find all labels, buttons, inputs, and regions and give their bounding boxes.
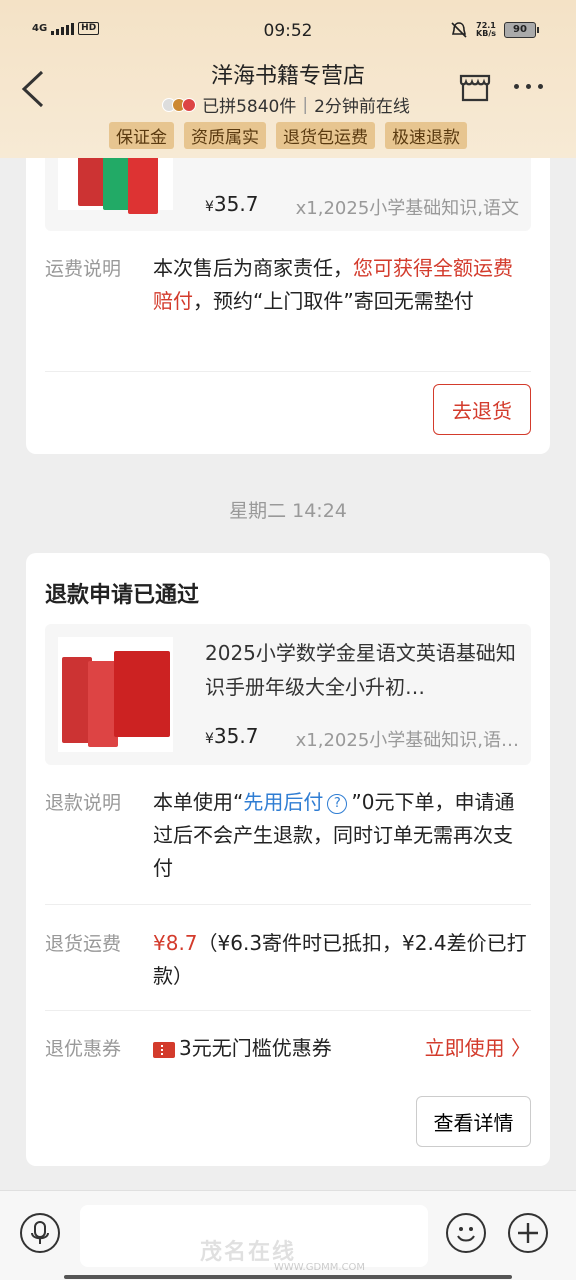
store-icon[interactable] — [458, 70, 492, 104]
emoji-icon[interactable] — [446, 1213, 486, 1253]
product-spec: x1,2025小学基础知识,语文 — [295, 198, 519, 219]
freight-note: 本次售后为商家责任，您可获得全额运费赔付，预约“上门取件”寄回无需垫付 — [153, 256, 513, 313]
return-card: ¥35.7 x1,2025小学基础知识,语文 运费说明 本次售后为商家责任，您可… — [26, 110, 550, 454]
status-bar: 4G HD 09:52 72.1 KB/s 90 — [0, 18, 576, 48]
more-menu-icon[interactable] — [514, 84, 543, 89]
return-fee-label: 退货运费 — [45, 933, 122, 955]
product-price: ¥35.7 — [205, 192, 259, 216]
store-header: 4G HD 09:52 72.1 KB/s 90 洋海书籍专营店 已拼5840件 … — [0, 0, 576, 158]
tag-verified: 资质属实 — [184, 122, 266, 149]
coupon-label: 退优惠券 — [45, 1038, 122, 1060]
freight-label: 运费说明 — [45, 258, 122, 280]
tag-fast-refund: 极速退款 — [385, 122, 467, 149]
view-details-button[interactable]: 查看详情 — [416, 1096, 531, 1147]
tag-free-return: 退货包运费 — [276, 122, 375, 149]
home-indicator[interactable] — [64, 1275, 512, 1279]
sold-count: 已拼5840件 — [202, 97, 297, 117]
buyer-avatars — [162, 97, 197, 112]
refund-note: 本单使用“先用后付? ”0元下单，申请通过后不会产生退款，同时订单无需再次支付 — [153, 790, 515, 880]
product-item[interactable]: 2025小学数学金星语文英语基础知识手册年级大全小升初… ¥35.7 x1,20… — [45, 624, 531, 765]
card-title: 退款申请已通过 — [45, 583, 200, 608]
go-return-button[interactable]: 去退货 — [433, 384, 531, 435]
help-icon[interactable]: ? — [327, 793, 348, 814]
plus-icon[interactable] — [508, 1213, 548, 1253]
return-fee: ¥8.7（¥6.3寄件时已抵扣，¥2.4差价已打款） — [153, 931, 527, 988]
product-price: ¥35.7 — [205, 724, 259, 748]
mute-bell-icon — [451, 22, 467, 38]
online-status: 2分钟前在线 — [314, 97, 410, 117]
net-speed: 72.1 KB/s — [476, 21, 496, 38]
product-name: 2025小学数学金星语文英语基础知识手册年级大全小升初… — [205, 641, 516, 699]
coupon-ticket-icon — [153, 1041, 175, 1058]
refund-label: 退款说明 — [45, 792, 122, 814]
message-timestamp: 星期二 14:24 — [229, 500, 347, 522]
product-thumbnail — [58, 637, 173, 752]
tag-deposit: 保证金 — [109, 122, 174, 149]
microphone-icon[interactable] — [20, 1213, 60, 1253]
watermark-url: WWW.GDMM.COM — [274, 1262, 366, 1273]
pay-later-link[interactable]: 先用后付 — [243, 790, 323, 814]
use-coupon-link[interactable]: 立即使用 〉 — [425, 1032, 531, 1061]
refund-approved-card: 退款申请已通过 2025小学数学金星语文英语基础知识手册年级大全小升初… ¥35… — [26, 553, 550, 1166]
product-spec: x1,2025小学基础知识,语… — [295, 730, 519, 751]
battery-icon: 90 — [504, 22, 539, 38]
store-tags: 保证金 资质属实 退货包运费 极速退款 — [0, 122, 576, 149]
